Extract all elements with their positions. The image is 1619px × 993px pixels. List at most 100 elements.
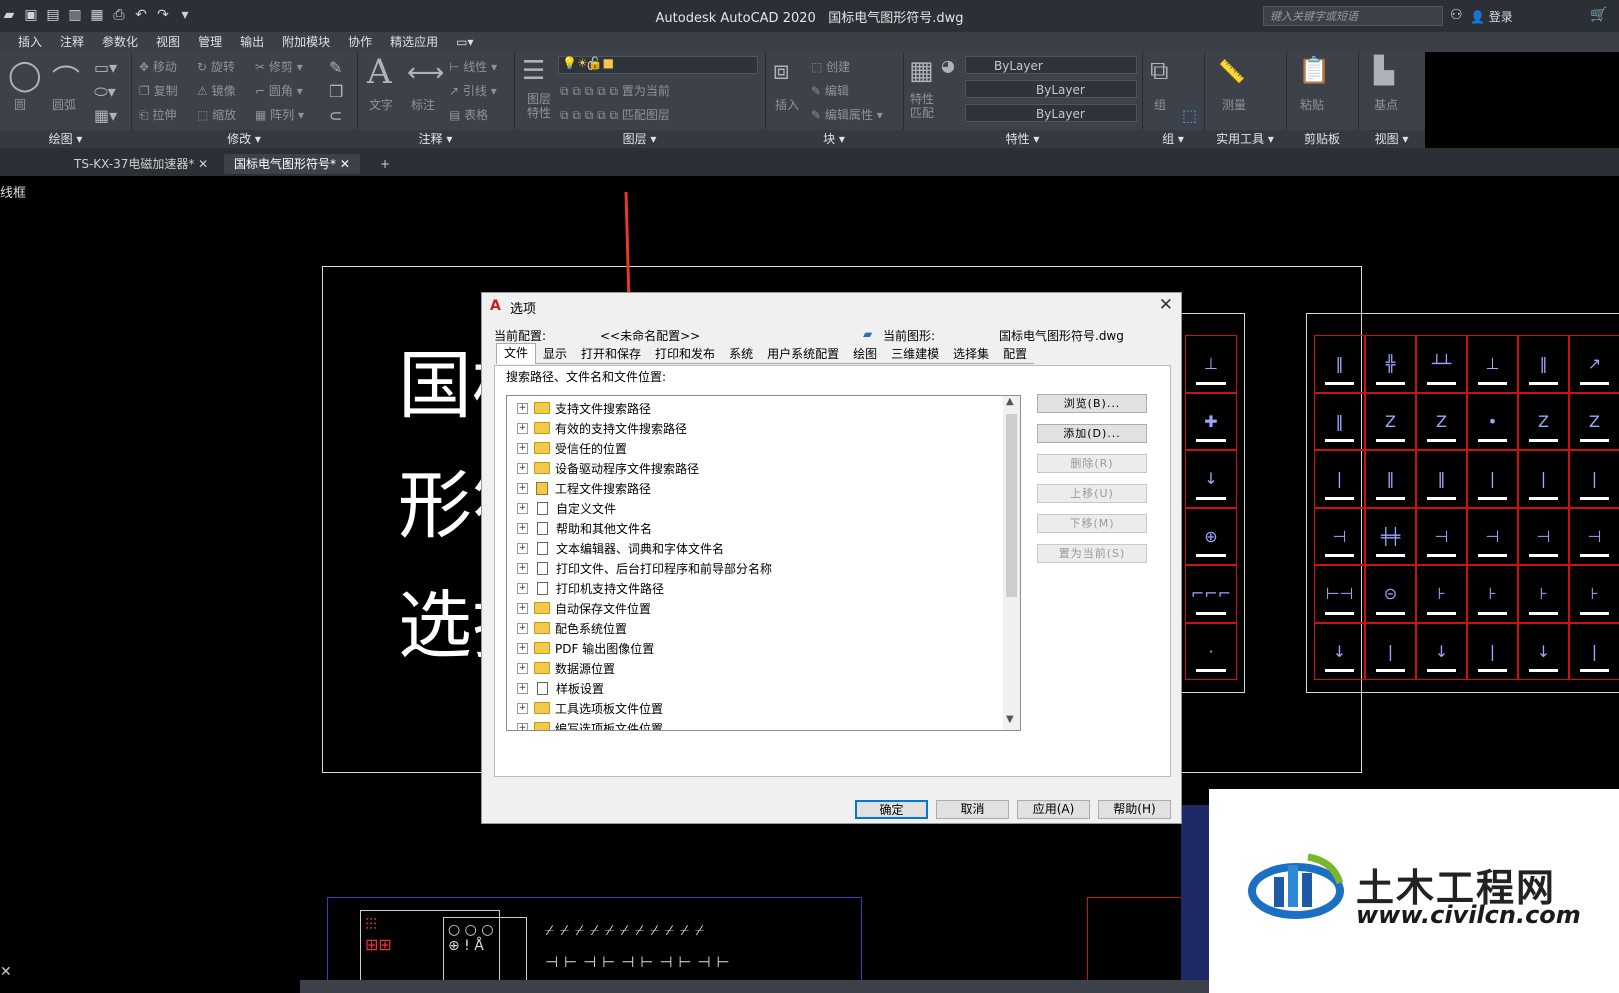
tree-item-label: 工程文件搜索路径 [555, 481, 652, 496]
tree-item-label: PDF 输出图像位置 [555, 641, 655, 656]
folder-icon [534, 642, 550, 654]
scroll-down-icon[interactable]: ▼ [1006, 714, 1014, 725]
file-icon [537, 541, 548, 555]
tree-item-label: 自定义文件 [556, 501, 617, 516]
expand-icon[interactable]: + [517, 622, 528, 634]
tab-open-save[interactable]: 打开和保存 [574, 345, 649, 364]
tree-item-label: 数据源位置 [555, 661, 616, 676]
folder-icon [534, 722, 550, 730]
move-down-button[interactable]: 下移(M) [1037, 514, 1147, 533]
file-icon [537, 681, 548, 695]
dialog-title: 选项 [510, 302, 537, 317]
tab-system[interactable]: 系统 [722, 345, 761, 364]
tree-item[interactable]: + 数据源位置 [517, 658, 615, 678]
file-icon [537, 581, 548, 595]
tree-item-label: 帮助和其他文件名 [556, 521, 653, 536]
file-paths-tree: + 支持文件搜索路径 + 有效的支持文件搜索路径 + 受信任的位置 + 设备驱动程序文件搜索路… [506, 395, 1021, 731]
tree-item[interactable]: + 样板设置 [517, 678, 604, 698]
tree-item[interactable]: + 设备驱动程序文件搜索路径 [517, 458, 699, 478]
current-profile-label: 当前配置: [494, 329, 547, 343]
watermark-url: www.civilcn.com [1356, 901, 1581, 929]
tab-plot-publish[interactable]: 打印和发布 [648, 345, 723, 364]
status-bar [300, 980, 1209, 993]
tree-item-label: 打印文件、后台打印程序和前导部分名称 [556, 561, 773, 576]
expand-icon[interactable]: + [517, 502, 528, 514]
tab-3d-modeling[interactable]: 三维建模 [884, 345, 947, 364]
close-command-icon[interactable]: ✕ [0, 964, 12, 980]
civilcn-logo [1248, 853, 1344, 919]
project-icon [536, 481, 548, 495]
tree-item[interactable]: + 帮助和其他文件名 [517, 518, 652, 538]
tree-item[interactable]: + 有效的支持文件搜索路径 [517, 418, 687, 438]
tree-item[interactable]: + PDF 输出图像位置 [517, 638, 654, 658]
folder-icon [534, 422, 550, 434]
tree-item-label: 编写选项板文件位置 [555, 721, 664, 731]
tree-item-label: 自动保存文件位置 [555, 601, 652, 616]
tree-item-label: 支持文件搜索路径 [555, 401, 652, 416]
current-drawing-value: 国标电气图形符号.dwg [999, 329, 1124, 343]
scroll-thumb[interactable] [1006, 414, 1017, 597]
expand-icon[interactable]: + [517, 642, 528, 654]
tab-selection[interactable]: 选择集 [946, 345, 997, 364]
set-current-button[interactable]: 置为当前(S) [1037, 544, 1147, 563]
expand-icon[interactable]: + [517, 402, 528, 414]
expand-icon[interactable]: + [517, 582, 528, 594]
autocad-logo-icon: A [490, 298, 501, 314]
tree-item-label: 样板设置 [556, 681, 605, 696]
tab-display[interactable]: 显示 [536, 345, 575, 364]
expand-icon[interactable]: + [517, 462, 528, 474]
tree-item[interactable]: + 支持文件搜索路径 [517, 398, 651, 418]
expand-icon[interactable]: + [517, 422, 528, 434]
drawing-icon: ▰ [863, 327, 873, 341]
folder-icon [534, 462, 550, 474]
tree-item[interactable]: + 打印文件、后台打印程序和前导部分名称 [517, 558, 772, 578]
file-icon [537, 501, 548, 515]
apply-button[interactable]: 应用(A) [1017, 800, 1090, 819]
folder-icon [534, 662, 550, 674]
tree-item[interactable]: + 配色系统位置 [517, 618, 627, 638]
browse-button[interactable]: 浏览(B)... [1037, 394, 1147, 413]
tree-item-label: 配色系统位置 [555, 621, 628, 636]
folder-icon [534, 402, 550, 414]
move-up-button[interactable]: 上移(U) [1037, 484, 1147, 503]
expand-icon[interactable]: + [517, 722, 528, 730]
expand-icon[interactable]: + [517, 522, 528, 534]
tree-scrollbar[interactable]: ▲ ▼ [1003, 396, 1020, 730]
expand-icon[interactable]: + [517, 542, 528, 554]
section-label: 搜索路径、文件名和文件位置: [506, 370, 667, 384]
ok-button[interactable]: 确定 [855, 800, 928, 819]
help-button[interactable]: 帮助(H) [1098, 800, 1171, 819]
tree-item[interactable]: + 文本编辑器、词典和字体文件名 [517, 538, 724, 558]
tab-profiles[interactable]: 配置 [996, 345, 1035, 364]
tree-item[interactable]: + 工具选项板文件位置 [517, 698, 663, 718]
tab-user-preferences[interactable]: 用户系统配置 [760, 345, 847, 364]
tree-item[interactable]: + 编写选项板文件位置 [517, 718, 664, 731]
options-tabs: 文件 显示 打开和保存 打印和发布 系统 用户系统配置 绘图 三维建模 选择集 … [496, 343, 1035, 365]
cancel-button[interactable]: 取消 [936, 800, 1009, 819]
tree-item[interactable]: + 受信任的位置 [517, 438, 627, 458]
expand-icon[interactable]: + [517, 562, 528, 574]
scroll-up-icon[interactable]: ▲ [1006, 396, 1014, 407]
tree-item[interactable]: + 工程文件搜索路径 [517, 478, 651, 498]
tree-item-label: 文本编辑器、词典和字体文件名 [556, 541, 725, 556]
folder-icon [534, 602, 550, 614]
options-dialog: A 选项 ✕ 当前配置: <<未命名配置>> ▰ 当前图形: 国标电气图形符号.… [481, 292, 1182, 824]
tree-item-label: 受信任的位置 [555, 441, 628, 456]
add-button[interactable]: 添加(D)... [1037, 424, 1147, 443]
expand-icon[interactable]: + [517, 702, 528, 714]
remove-button[interactable]: 删除(R) [1037, 454, 1147, 473]
expand-icon[interactable]: + [517, 662, 528, 674]
folder-icon [534, 702, 550, 714]
expand-icon[interactable]: + [517, 482, 528, 494]
tree-item[interactable]: + 打印机支持文件路径 [517, 578, 664, 598]
tab-files[interactable]: 文件 [496, 343, 537, 364]
current-drawing-label: 当前图形: [883, 329, 936, 343]
tree-item[interactable]: + 自动保存文件位置 [517, 598, 651, 618]
expand-icon[interactable]: + [517, 442, 528, 454]
close-icon[interactable]: ✕ [1159, 295, 1173, 315]
tab-drafting[interactable]: 绘图 [846, 345, 885, 364]
expand-icon[interactable]: + [517, 682, 528, 694]
tree-item-label: 有效的支持文件搜索路径 [555, 421, 688, 436]
tree-item[interactable]: + 自定义文件 [517, 498, 616, 518]
expand-icon[interactable]: + [517, 602, 528, 614]
